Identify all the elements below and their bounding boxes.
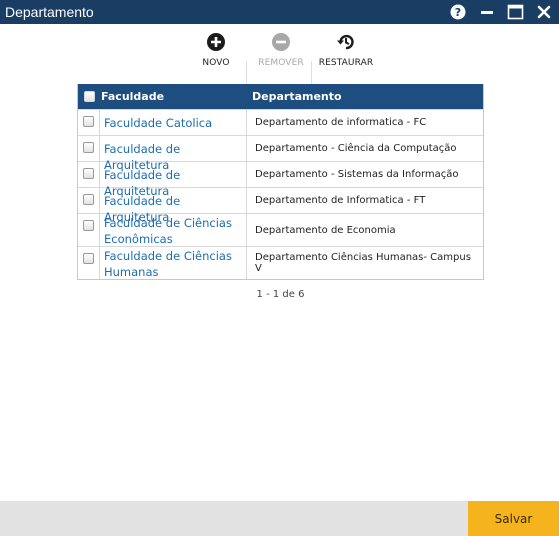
minimize-icon[interactable]: [478, 3, 496, 21]
departamento-cell: Departamento de informatica - FC: [255, 117, 427, 128]
restaurar-label: RESTAURAR: [318, 58, 374, 68]
table-row[interactable]: Faculdade de Arquitetura Departamento de…: [78, 187, 483, 224]
svg-text:?: ?: [455, 6, 461, 19]
save-button[interactable]: Salvar: [468, 501, 559, 536]
table-row[interactable]: Faculdade de Ciências Humanas Departamen…: [78, 246, 483, 279]
faculdade-link[interactable]: Faculdade de Arquitetura: [100, 162, 247, 198]
plus-circle-icon: [207, 33, 225, 51]
restaurar-button[interactable]: RESTAURAR: [316, 30, 376, 76]
row-checkbox[interactable]: [83, 194, 94, 205]
row-checkbox[interactable]: [83, 168, 94, 179]
table-row[interactable]: Faculdade Catolica Departamento de infor…: [78, 109, 483, 135]
column-header-departamento[interactable]: Departamento: [247, 90, 342, 103]
column-header-faculdade[interactable]: Faculdade: [100, 90, 247, 103]
title-bar: Departamento ?: [0, 0, 559, 24]
help-icon[interactable]: ?: [449, 3, 467, 21]
row-checkbox[interactable]: [83, 253, 94, 264]
select-all-cell: [78, 91, 100, 102]
row-checkbox-cell: [78, 162, 100, 187]
departamento-cell: Departamento Ciências Humanas- Campus V: [255, 252, 471, 274]
row-checkbox[interactable]: [83, 220, 94, 231]
departamento-grid: Faculdade Departamento Faculdade Catolic…: [77, 84, 484, 280]
minus-circle-icon: [272, 33, 290, 51]
toolbar: NOVO REMOVER RESTAURAR: [0, 30, 559, 105]
grid-header: Faculdade Departamento: [78, 84, 483, 109]
novo-label: NOVO: [202, 58, 230, 68]
row-checkbox[interactable]: [83, 142, 94, 153]
departamento-cell: Departamento de Economia: [255, 224, 396, 236]
maximize-icon[interactable]: [506, 3, 524, 21]
faculdade-link[interactable]: Faculdade de Ciências Humanas: [100, 247, 247, 279]
faculdade-link[interactable]: Faculdade de Arquitetura: [100, 188, 247, 224]
faculdade-link[interactable]: Faculdade de Arquitetura: [100, 136, 247, 172]
close-icon[interactable]: [535, 3, 553, 21]
restore-history-icon: [337, 34, 354, 50]
faculdade-link[interactable]: Faculdade Catolica: [100, 110, 247, 135]
departamento-cell: Departamento - Sistemas da Informação: [255, 169, 459, 180]
novo-button[interactable]: NOVO: [196, 30, 236, 76]
pager-info: 1 - 1 de 6: [256, 289, 305, 300]
select-all-checkbox[interactable]: [83, 91, 95, 102]
table-row[interactable]: Faculdade de Arquitetura Departamento - …: [78, 135, 483, 172]
row-checkbox-cell: [78, 247, 100, 279]
remover-button[interactable]: REMOVER: [256, 30, 306, 76]
departamento-cell: Departamento de Informatica - FT: [255, 195, 426, 206]
table-row[interactable]: Faculdade de Arquitetura Departamento - …: [78, 161, 483, 198]
row-checkbox-cell: [78, 110, 100, 135]
footer-bar: Salvar: [0, 501, 559, 536]
row-checkbox[interactable]: [83, 116, 94, 127]
row-checkbox-cell: [78, 188, 100, 213]
window-title: Departamento: [5, 4, 94, 20]
departamento-cell: Departamento - Ciência da Computação: [255, 143, 457, 154]
departamento-window: Departamento ? NOVO REMOVER RESTAURAR Fa…: [0, 0, 559, 536]
row-checkbox-cell: [78, 214, 100, 246]
row-checkbox-cell: [78, 136, 100, 161]
table-row[interactable]: Faculdade de Ciências Econômicas Departa…: [78, 213, 483, 246]
remover-label: REMOVER: [258, 58, 304, 68]
faculdade-link[interactable]: Faculdade de Ciências Econômicas: [100, 214, 247, 246]
